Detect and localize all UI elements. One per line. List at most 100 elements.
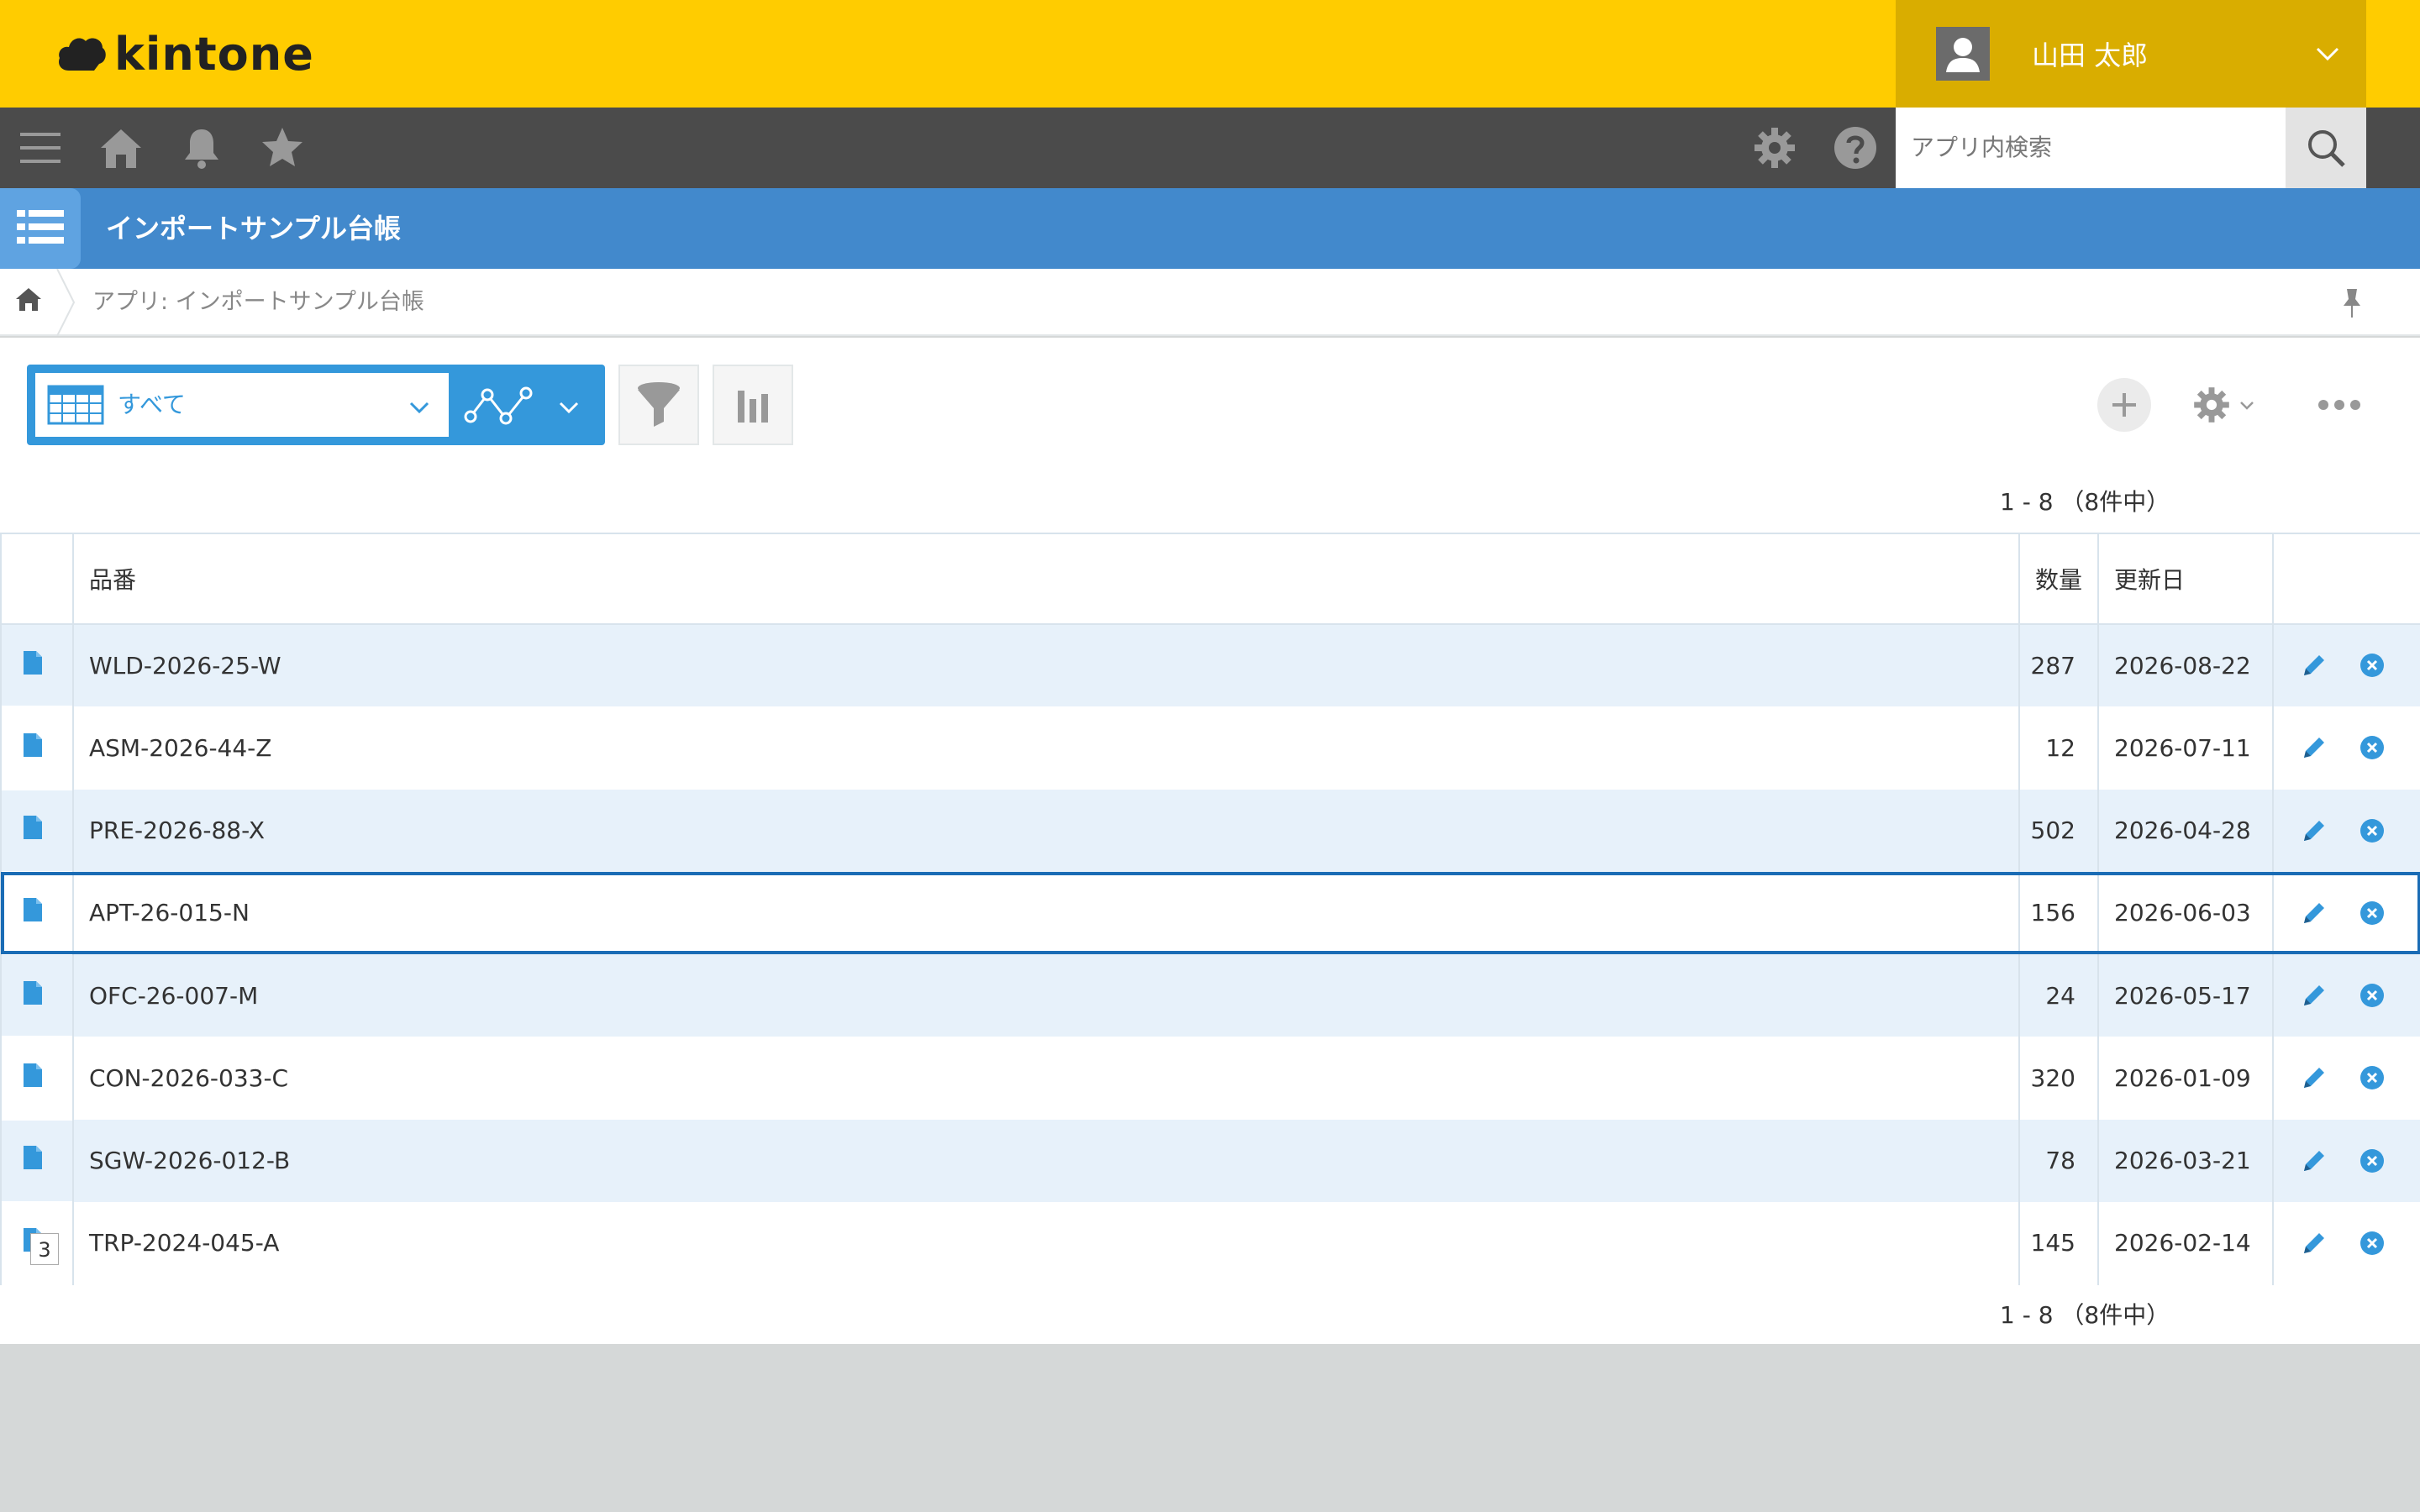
edit-pencil-icon[interactable] bbox=[2299, 1146, 2329, 1176]
view-label: すべて bbox=[118, 391, 186, 418]
cell-quantity: 78 bbox=[2018, 1119, 2099, 1202]
edit-pencil-icon[interactable] bbox=[2299, 898, 2329, 928]
breadcrumb-app-link[interactable]: アプリ: インポートサンプル台帳 bbox=[92, 269, 424, 336]
chart-button[interactable] bbox=[713, 365, 793, 445]
cell-updated-date: 2026-08-22 bbox=[2097, 624, 2274, 707]
record-link[interactable] bbox=[0, 871, 74, 954]
user-name: 山田 太郎 bbox=[2032, 39, 2149, 71]
table-row[interactable]: PRE-2026-88-X 502 2026-04-28 bbox=[0, 789, 2420, 872]
gear-icon[interactable] bbox=[1749, 123, 1800, 173]
table-row[interactable]: ASM-2026-44-Z 12 2026-07-11 bbox=[0, 706, 2420, 790]
delete-icon[interactable] bbox=[2359, 982, 2386, 1009]
chevron-down-icon bbox=[2240, 402, 2254, 410]
pagination-info-bottom: 1 - 8 （8件中） bbox=[2000, 1301, 2170, 1329]
cell-quantity: 287 bbox=[2018, 624, 2099, 707]
avatar bbox=[1936, 27, 1990, 81]
edit-pencil-icon[interactable] bbox=[2299, 980, 2329, 1011]
pin-icon[interactable] bbox=[2338, 286, 2366, 319]
comment-count-badge: 3 bbox=[30, 1232, 59, 1265]
cell-quantity: 502 bbox=[2018, 789, 2099, 872]
record-detail-icon bbox=[24, 1063, 42, 1087]
cell-updated-date: 2026-01-09 bbox=[2097, 1037, 2274, 1120]
add-record-button[interactable] bbox=[2097, 378, 2151, 432]
star-icon[interactable] bbox=[257, 123, 308, 173]
row-actions bbox=[2272, 871, 2420, 954]
cell-updated-date: 2026-04-28 bbox=[2097, 789, 2274, 872]
ellipsis-icon bbox=[2318, 400, 2360, 410]
cell-updated-date: 2026-06-03 bbox=[2097, 871, 2274, 954]
record-link[interactable] bbox=[0, 789, 74, 872]
delete-icon[interactable] bbox=[2359, 1064, 2386, 1091]
edit-pencil-icon[interactable] bbox=[2299, 1228, 2329, 1258]
cell-part-number: PRE-2026-88-X bbox=[72, 789, 2020, 872]
app-title: インポートサンプル台帳 bbox=[106, 213, 402, 244]
chevron-down-icon bbox=[409, 402, 429, 414]
user-menu[interactable]: 山田 太郎 bbox=[1896, 0, 2366, 108]
row-actions bbox=[2272, 1119, 2420, 1202]
edit-pencil-icon[interactable] bbox=[2299, 1063, 2329, 1093]
table-view-icon bbox=[47, 385, 104, 425]
cell-part-number: OFC-26-007-M bbox=[72, 954, 2020, 1037]
menu-icon[interactable] bbox=[15, 123, 66, 173]
more-options-button[interactable] bbox=[2312, 386, 2366, 423]
cell-quantity: 145 bbox=[2018, 1201, 2099, 1284]
app-search-input[interactable] bbox=[1896, 108, 2286, 188]
table-row[interactable]: SGW-2026-012-B 78 2026-03-21 bbox=[0, 1119, 2420, 1202]
filter-button[interactable] bbox=[618, 365, 699, 445]
row-actions bbox=[2272, 1201, 2420, 1284]
plus-icon bbox=[2112, 393, 2136, 417]
row-actions bbox=[2272, 954, 2420, 1037]
header-actions-column bbox=[2272, 533, 2420, 625]
delete-icon[interactable] bbox=[2359, 1147, 2386, 1174]
chevron-down-icon bbox=[2316, 47, 2339, 61]
table-row[interactable]: OFC-26-007-M 24 2026-05-17 bbox=[0, 954, 2420, 1037]
graph-chevron-down-icon[interactable] bbox=[556, 395, 581, 420]
column-header-updated-date[interactable]: 更新日 bbox=[2097, 533, 2274, 625]
column-header-part-number[interactable]: 品番 bbox=[72, 533, 2020, 625]
record-link[interactable] bbox=[0, 1037, 74, 1120]
bell-icon[interactable] bbox=[176, 123, 227, 173]
edit-pencil-icon[interactable] bbox=[2299, 816, 2329, 846]
kintone-logo[interactable]: kintone bbox=[57, 24, 314, 84]
delete-icon[interactable] bbox=[2359, 652, 2386, 679]
app-icon[interactable] bbox=[0, 188, 81, 269]
records-table: 品番 数量 更新日 WLD-2026-25-W 287 2026-08-22 A… bbox=[0, 533, 2420, 1285]
search-icon bbox=[2308, 130, 2345, 167]
delete-icon[interactable] bbox=[2359, 1230, 2386, 1257]
delete-icon[interactable] bbox=[2359, 900, 2386, 927]
cell-updated-date: 2026-05-17 bbox=[2097, 954, 2274, 1037]
cell-quantity: 156 bbox=[2018, 871, 2099, 954]
record-link[interactable] bbox=[0, 954, 74, 1037]
cell-quantity: 12 bbox=[2018, 706, 2099, 790]
search-button[interactable] bbox=[2286, 108, 2366, 188]
gear-icon bbox=[2194, 387, 2229, 423]
app-settings-button[interactable] bbox=[2190, 378, 2270, 432]
help-icon[interactable] bbox=[1830, 123, 1881, 173]
cell-part-number: APT-26-015-N bbox=[72, 871, 2020, 954]
table-row[interactable]: APT-26-015-N 156 2026-06-03 bbox=[0, 871, 2420, 954]
user-icon bbox=[1946, 38, 1980, 72]
delete-icon[interactable] bbox=[2359, 734, 2386, 761]
row-actions bbox=[2272, 624, 2420, 707]
home-icon[interactable] bbox=[96, 123, 146, 173]
record-link[interactable]: 3 bbox=[0, 1201, 74, 1284]
table-row[interactable]: CON-2026-033-C 320 2026-01-09 bbox=[0, 1037, 2420, 1120]
cell-part-number: TRP-2024-045-A bbox=[72, 1201, 2020, 1284]
record-link[interactable] bbox=[0, 1119, 74, 1202]
column-header-quantity[interactable]: 数量 bbox=[2018, 533, 2099, 625]
record-link[interactable] bbox=[0, 624, 74, 707]
graph-icon[interactable] bbox=[464, 385, 534, 427]
cell-updated-date: 2026-07-11 bbox=[2097, 706, 2274, 790]
table-row[interactable]: WLD-2026-25-W 287 2026-08-22 bbox=[0, 624, 2420, 707]
table-row[interactable]: 3 TRP-2024-045-A 145 2026-02-14 bbox=[0, 1201, 2420, 1284]
record-link[interactable] bbox=[0, 706, 74, 790]
delete-icon[interactable] bbox=[2359, 817, 2386, 844]
cell-updated-date: 2026-02-14 bbox=[2097, 1201, 2274, 1284]
cell-quantity: 320 bbox=[2018, 1037, 2099, 1120]
cell-quantity: 24 bbox=[2018, 954, 2099, 1037]
edit-pencil-icon[interactable] bbox=[2299, 732, 2329, 763]
row-actions bbox=[2272, 1037, 2420, 1120]
breadcrumb-home-icon[interactable] bbox=[13, 284, 44, 314]
record-detail-icon bbox=[24, 898, 42, 922]
edit-pencil-icon[interactable] bbox=[2299, 650, 2329, 680]
